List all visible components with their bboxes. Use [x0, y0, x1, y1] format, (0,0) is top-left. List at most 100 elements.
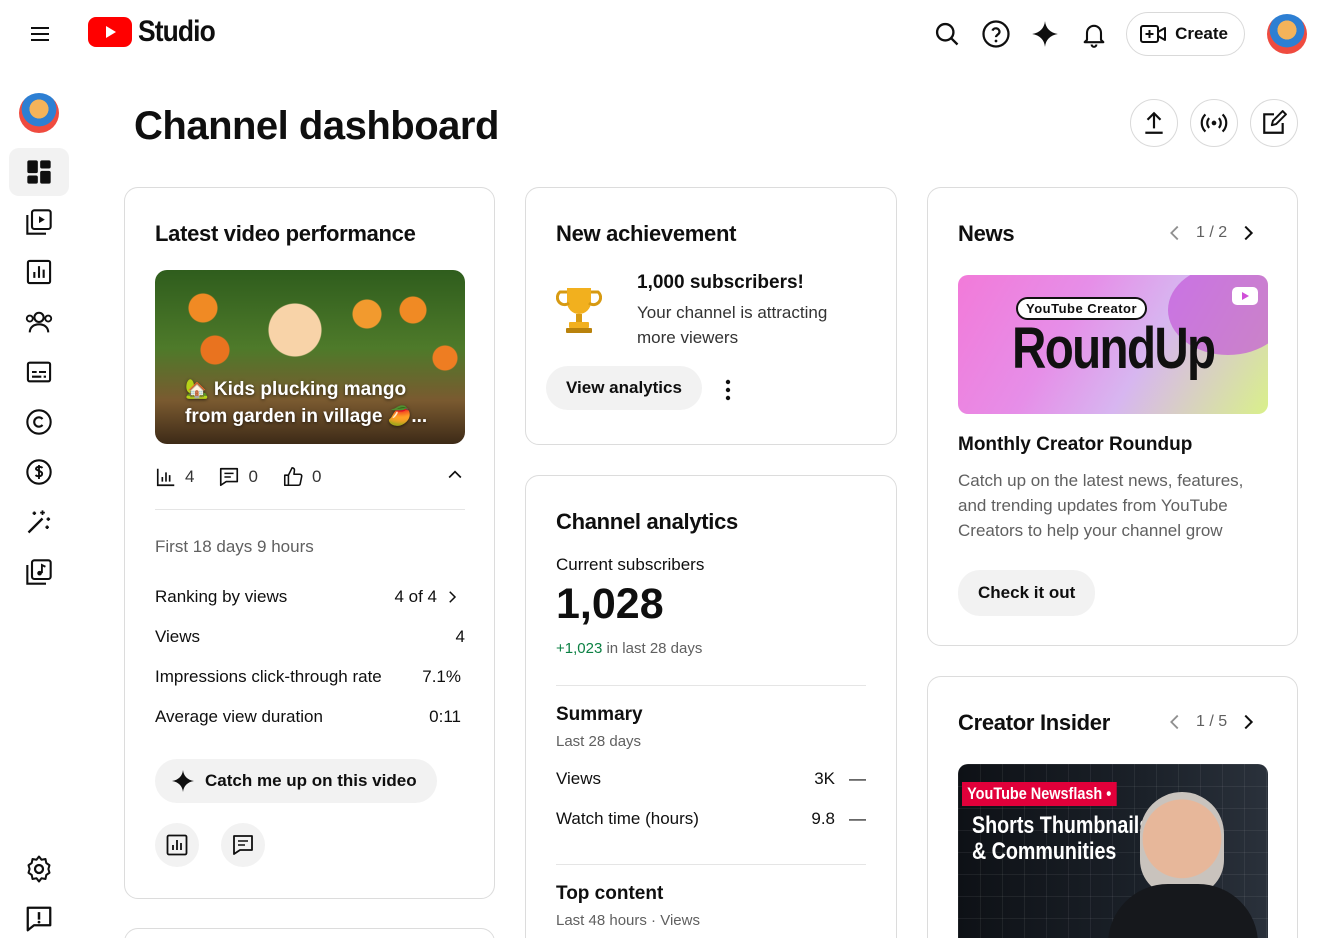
collapse-chevron-up-icon[interactable] [445, 465, 465, 490]
edit-icon [1263, 110, 1287, 134]
magic-wand-icon [27, 510, 51, 534]
notifications-bell-icon[interactable] [1074, 14, 1114, 54]
channel-analytics-card: Channel analytics Current subscribers 1,… [525, 475, 897, 938]
row-label: Impressions click-through rate [155, 667, 382, 686]
audio-library-icon [26, 559, 52, 585]
chevron-right-icon[interactable] [1237, 711, 1259, 733]
feedback-icon [26, 906, 52, 932]
live-broadcast-icon [1200, 113, 1228, 133]
row-label: Ranking by views [155, 587, 288, 606]
views-count: 4 [185, 467, 195, 486]
menu-icon[interactable] [20, 14, 60, 54]
article-title: Monthly Creator Roundup [958, 434, 1193, 455]
video-stats: 4 0 0 [155, 464, 465, 490]
row-label: Views [155, 627, 201, 646]
help-icon[interactable] [976, 14, 1016, 54]
card-title: News [958, 221, 1015, 246]
gear-icon [27, 855, 51, 883]
banner-line-2: & Communities [972, 838, 1117, 865]
upload-button[interactable] [1130, 99, 1178, 147]
row-value: 4 [455, 627, 465, 646]
create-button[interactable]: Create [1126, 12, 1245, 56]
top-bar: Studio Create [0, 0, 1325, 68]
account-avatar[interactable] [1267, 14, 1307, 54]
news-card: News 1 / 2 YouTube Creator RoundUp Month… [927, 187, 1298, 646]
top-content-title: Top content [556, 883, 664, 904]
latest-video-card: Latest video performance 🏡 Kids plucking… [124, 187, 495, 899]
article-description: Catch up on the latest news, features, a… [958, 471, 1244, 540]
summary-period: Last 28 days [556, 733, 642, 750]
banner-line-1: Shorts Thumbnails [972, 812, 1151, 839]
creator-insider-card: Creator Insider 1 / 5 YouTube Newsflash … [927, 676, 1298, 938]
sparkle-icon[interactable] [1025, 14, 1065, 54]
comments-count: 0 [248, 467, 258, 486]
chevron-right-icon[interactable] [1237, 222, 1259, 244]
upload-icon [1145, 111, 1163, 134]
youtube-play-icon [1232, 287, 1258, 305]
sidebar-item-copyright[interactable] [9, 398, 69, 446]
channel-avatar[interactable] [19, 93, 59, 133]
create-post-button[interactable] [1250, 99, 1298, 147]
studio-logo[interactable]: Studio [88, 15, 225, 49]
search-icon[interactable] [927, 14, 967, 54]
video-comments-button[interactable] [221, 823, 265, 867]
view-analytics-label: View analytics [566, 378, 682, 397]
analytics-icon [26, 259, 52, 285]
performance-period: First 18 days 9 hours [155, 537, 314, 556]
sidebar-item-community[interactable] [9, 298, 69, 346]
chevron-left-icon[interactable] [1164, 222, 1186, 244]
chevron-left-icon[interactable] [1164, 711, 1186, 733]
sidebar-item-dashboard[interactable] [9, 148, 69, 196]
video-title: 🏡 Kids plucking mango from garden in vil… [185, 379, 428, 427]
bar-chart-icon [156, 468, 175, 487]
dollar-icon [26, 459, 52, 485]
trend-indicator: — [849, 769, 866, 788]
achievement-description: Your channel is attracting more viewers [637, 303, 828, 347]
community-icon [25, 311, 53, 333]
row-value: 9.8 [811, 809, 835, 828]
card-title: Creator Insider [958, 710, 1110, 735]
ctr-row: Impressions click-through rate 7.1% [155, 667, 461, 687]
youtube-logo-icon [88, 17, 132, 47]
sidebar-item-analytics[interactable] [9, 248, 69, 296]
check-it-out-button[interactable]: Check it out [958, 570, 1096, 616]
row-value: 7.1% [422, 667, 461, 686]
achievement-card: New achievement 1,000 subscribers! Your … [525, 187, 897, 445]
news-banner[interactable]: YouTube Creator RoundUp [958, 275, 1268, 414]
sidebar-item-audio-library[interactable] [9, 548, 69, 596]
row-value: 0:11 [429, 707, 461, 726]
sidebar-item-earn[interactable] [9, 448, 69, 496]
pager-text: 1 / 5 [1196, 713, 1228, 730]
sidebar-item-content[interactable] [9, 198, 69, 246]
video-analytics-button[interactable] [155, 823, 199, 867]
content-icon [26, 209, 52, 235]
video-thumbnail[interactable]: 🏡 Kids plucking mango from garden in vil… [155, 270, 465, 444]
view-analytics-button[interactable]: View analytics [546, 366, 702, 410]
presenter-face [1140, 792, 1224, 896]
go-live-button[interactable] [1190, 99, 1238, 147]
divider [556, 685, 866, 686]
divider [556, 864, 866, 865]
sidebar-item-customization[interactable] [9, 498, 69, 546]
create-label: Create [1175, 24, 1228, 43]
sidebar-item-subtitles[interactable] [9, 348, 69, 396]
trophy-icon [555, 284, 603, 341]
subscribers-value: 1,028 [556, 580, 664, 628]
summary-views-row: Views 3K — [556, 769, 866, 789]
likes-count: 0 [311, 467, 322, 486]
analytics-icon [166, 834, 188, 856]
trend-indicator: — [849, 809, 866, 828]
dashboard-icon [27, 160, 51, 184]
row-label: Watch time (hours) [556, 809, 699, 828]
sidebar-item-feedback[interactable] [9, 895, 69, 938]
row-value: 3K [814, 769, 835, 788]
page-title: Channel dashboard [134, 104, 499, 148]
insider-video-thumbnail[interactable]: YouTube Newsflash • Shorts Thumbnails & … [958, 764, 1268, 938]
sidebar-item-settings[interactable] [9, 845, 69, 893]
views-row: Views 4 [155, 627, 465, 647]
catch-up-button[interactable]: Catch me up on this video [155, 759, 437, 803]
more-options-icon[interactable] [718, 378, 738, 407]
banner-tag: YouTube Newsflash • [962, 782, 1117, 806]
subscribers-change-suffix: in last 28 days [606, 640, 703, 657]
ranking-row[interactable]: Ranking by views 4 of 4 [155, 587, 461, 607]
